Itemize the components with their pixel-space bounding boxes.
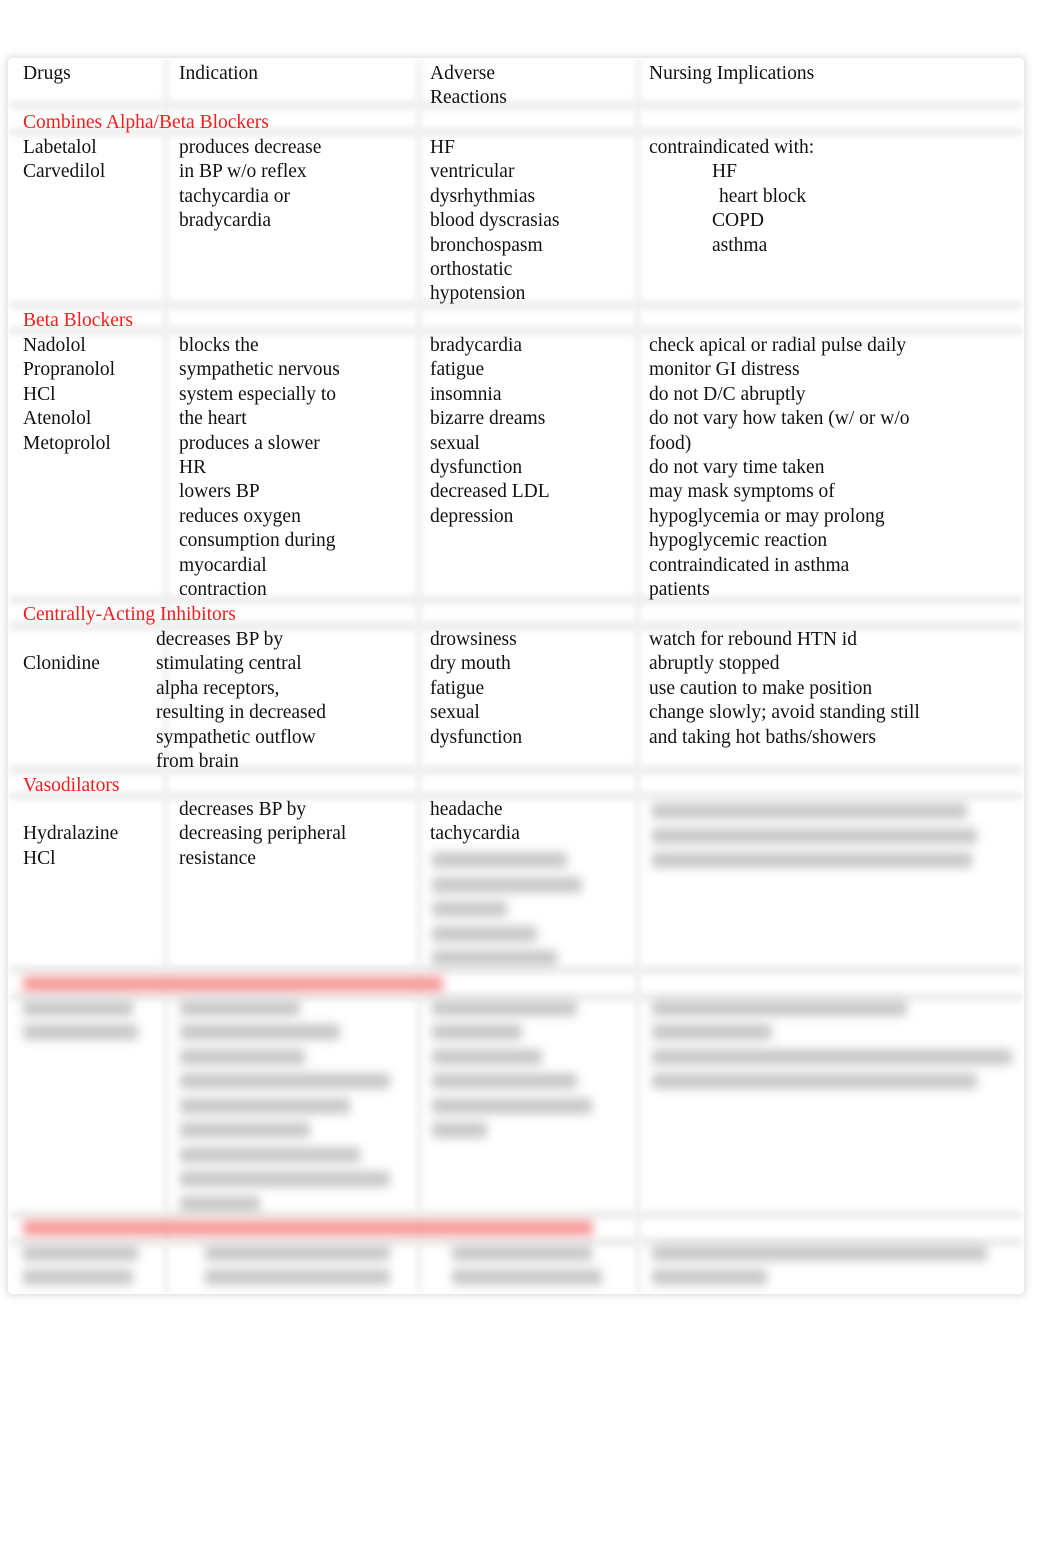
adverse-cell: drowsiness dry mouth fatigue sexual dysf… xyxy=(430,629,523,748)
section-title: Vasodilators xyxy=(23,775,120,796)
indication-cell: decreases BP by stimulating central alph… xyxy=(156,629,327,773)
nursing-item: COPD xyxy=(712,210,765,231)
nursing-cell: contraindicated with: xyxy=(649,137,815,158)
row-divider xyxy=(10,100,1022,110)
drugs-cell: Hydralazine HCl xyxy=(23,823,119,869)
column-divider xyxy=(416,60,422,1292)
indication-cell: blocks the sympathetic nervous system es… xyxy=(179,335,340,601)
nursing-cell: watch for rebound HTN id abruptly stoppe… xyxy=(649,629,920,748)
indication-cell: decreases BP by decreasing peripheral re… xyxy=(179,799,347,869)
row-divider xyxy=(10,965,1022,975)
section-title: Centrally-Acting Inhibitors xyxy=(23,604,236,625)
adverse-cell: HF ventricular dysrhythmias blood dyscra… xyxy=(430,137,560,305)
nursing-item: asthma xyxy=(712,235,768,256)
adverse-cell: headache tachycardia xyxy=(430,799,520,845)
drugs-cell: Clonidine xyxy=(23,653,100,675)
section-title: Beta Blockers xyxy=(23,310,133,331)
header-drugs: Drugs xyxy=(23,63,71,84)
nursing-item: heart block xyxy=(719,186,807,207)
indication-cell: produces decrease in BP w/o reflex tachy… xyxy=(179,137,322,232)
nursing-cell: check apical or radial pulse daily monit… xyxy=(649,335,910,601)
column-divider xyxy=(635,60,641,1292)
adverse-cell: bradycardia fatigue insomnia bizarre dre… xyxy=(430,335,550,527)
header-indication: Indication xyxy=(179,63,259,84)
drugs-cell: Nadolol Propranolol HCl Atenolol Metopro… xyxy=(23,335,116,454)
header-nursing-implications: Nursing Implications xyxy=(649,63,815,84)
row-divider xyxy=(10,1210,1022,1220)
nursing-item: HF xyxy=(712,161,737,182)
header-adverse-reactions: Adverse Reactions xyxy=(430,63,507,109)
section-title: Combines Alpha/Beta Blockers xyxy=(23,112,269,133)
drugs-cell: Labetalol Carvedilol xyxy=(23,137,106,183)
